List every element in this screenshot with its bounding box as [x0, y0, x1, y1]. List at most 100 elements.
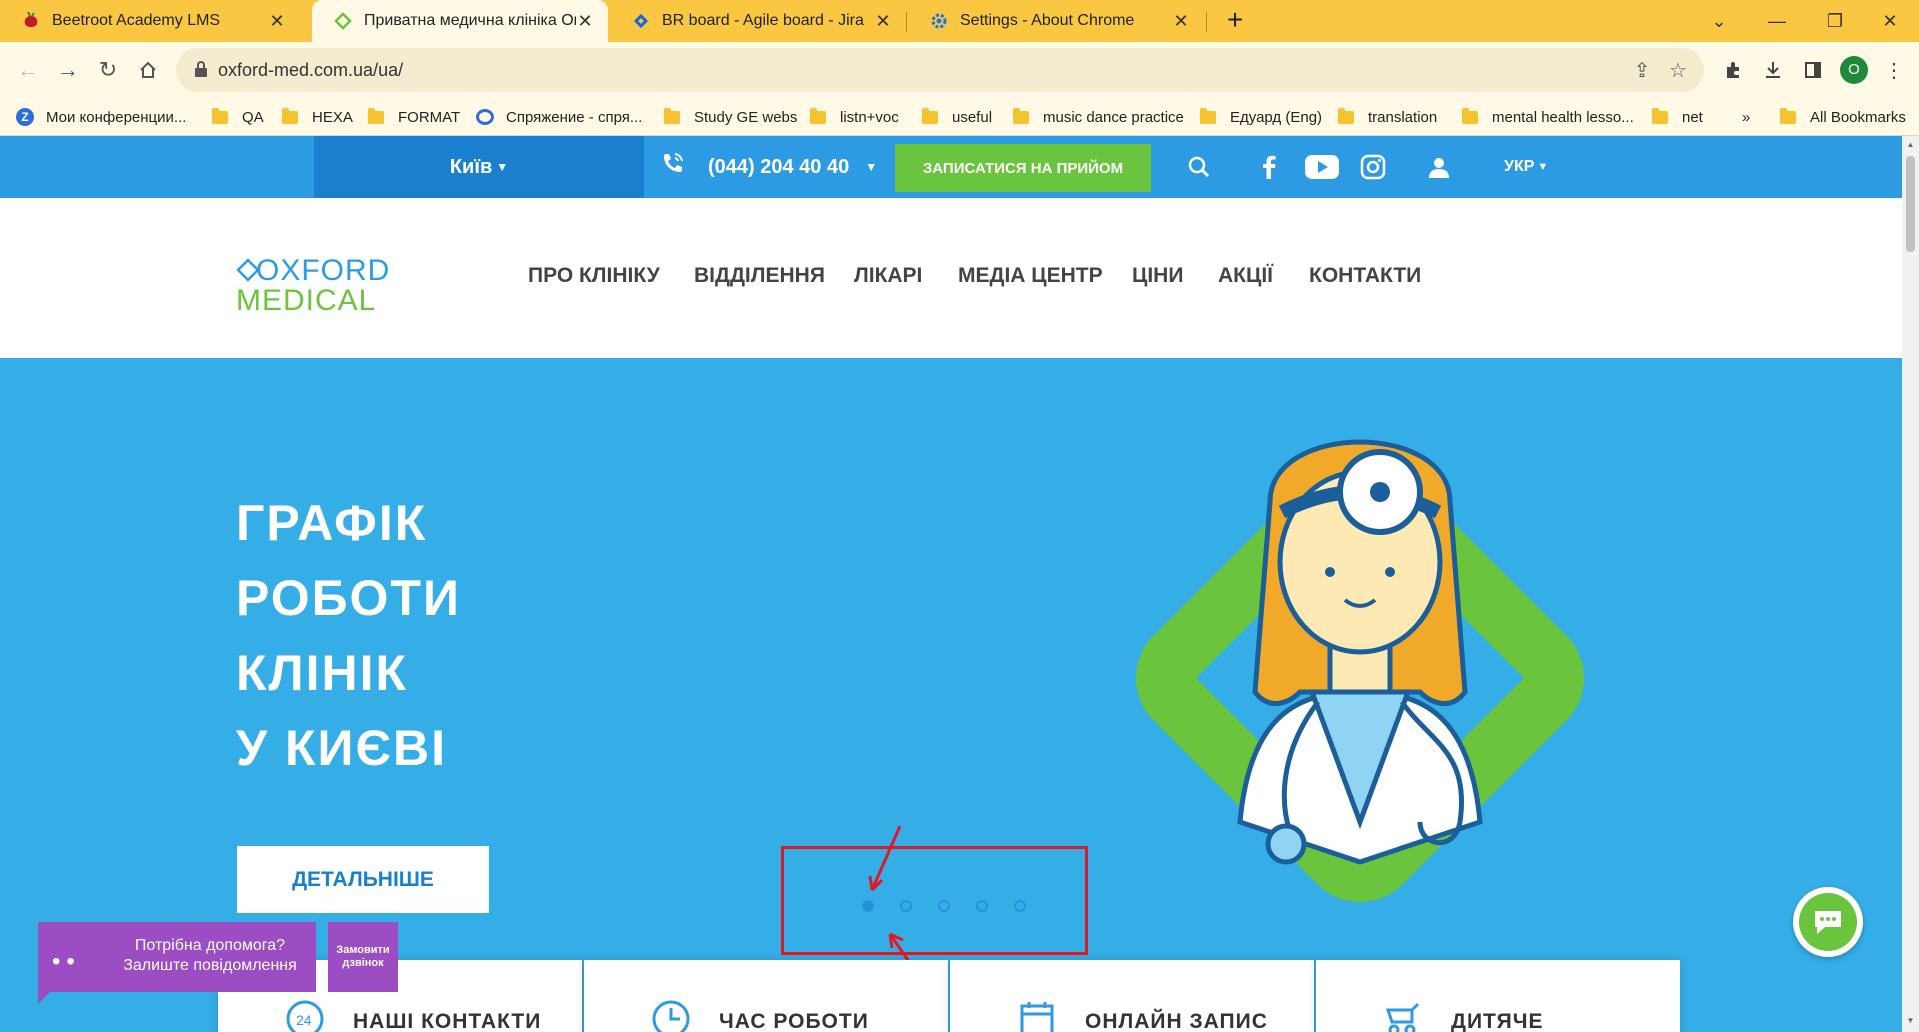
zoom-icon: Z [16, 108, 34, 126]
bookmark-item[interactable]: listn+voc [810, 98, 899, 136]
request-callback-button[interactable]: Замовити дзвінок [328, 922, 398, 992]
bookmark-item[interactable]: useful [922, 98, 992, 136]
bookmark-item[interactable]: Study GE webs [664, 98, 797, 136]
caret-down-icon: ▼ [1537, 161, 1549, 173]
bookmarks-overflow-button[interactable]: » [1742, 98, 1750, 136]
minimize-icon[interactable]: — [1748, 0, 1806, 42]
close-icon[interactable]: ✕ [576, 11, 594, 32]
extensions-icon[interactable] [1719, 56, 1747, 84]
close-icon[interactable]: ✕ [874, 11, 892, 32]
bookmark-label: All Bookmarks [1810, 108, 1906, 126]
nav-prices[interactable]: ЦІНИ [1132, 264, 1183, 288]
gear-icon [930, 12, 948, 30]
city-selector[interactable]: Київ ▼ [314, 136, 644, 198]
all-bookmarks-item[interactable]: All Bookmarks [1780, 98, 1906, 136]
nav-contacts[interactable]: КОНТАКТИ [1309, 264, 1421, 288]
new-tab-button[interactable]: + [1220, 6, 1250, 36]
share-icon[interactable]: ⇪ [1630, 58, 1654, 82]
annotation-arrows [868, 825, 918, 973]
tab-title: Beetroot Academy LMS [52, 12, 221, 29]
details-button[interactable]: ДЕТАЛЬНІШЕ [237, 846, 489, 913]
back-icon[interactable]: ← [12, 54, 44, 86]
scrollbar-thumb[interactable] [1906, 156, 1915, 252]
bookmark-item[interactable]: FORMAT [368, 98, 460, 136]
search-icon[interactable] [1182, 150, 1216, 184]
site-header: OXFORD MEDICAL ПРО КЛІНІКУ ВІДДІЛЕННЯ ЛІ… [0, 198, 1902, 358]
bookmark-item[interactable]: translation [1338, 98, 1437, 136]
site-logo[interactable]: OXFORD MEDICAL [236, 256, 390, 316]
tab-settings[interactable]: Settings - About Chrome ✕ [908, 0, 1204, 42]
chat-widget-button[interactable] [1793, 887, 1863, 957]
caret-down-icon: ▼ [865, 160, 878, 174]
address-bar[interactable]: oxford-med.com.ua/ua/ ⇪ ☆ [176, 48, 1704, 92]
chat-bubble-icon [1799, 893, 1857, 951]
side-panel-icon[interactable] [1799, 56, 1827, 84]
lock-icon[interactable] [194, 61, 208, 77]
window-close-icon[interactable]: ✕ [1861, 0, 1919, 42]
bookmark-label: net [1682, 108, 1703, 126]
nav-doctors[interactable]: ЛІКАРІ [854, 264, 922, 288]
folder-icon [922, 107, 938, 124]
bookmark-item[interactable]: QA [212, 98, 264, 136]
tab-title: Settings - About Chrome [960, 12, 1135, 29]
facebook-icon[interactable] [1252, 150, 1286, 184]
url-text[interactable]: oxford-med.com.ua/ua/ [218, 60, 403, 81]
scroll-down-icon[interactable]: ▼ [1906, 1016, 1915, 1025]
bookmark-item[interactable]: mental health lesso... [1462, 98, 1634, 136]
hero-title-line: ГРАФІК [236, 495, 428, 551]
download-icon[interactable] [1759, 56, 1787, 84]
bookmark-item[interactable]: Едуард (Eng) [1200, 98, 1322, 136]
close-icon[interactable]: ✕ [1172, 11, 1190, 32]
forward-icon[interactable]: → [52, 54, 84, 86]
tab-title: Приватна медична клініка Оксфорд [364, 12, 576, 29]
folder-icon [664, 107, 680, 124]
user-account-icon[interactable] [1422, 150, 1456, 184]
book-appointment-button[interactable]: ЗАПИСАТИСЯ НА ПРИЙОМ [895, 144, 1151, 192]
tab-strip: Beetroot Academy LMS ✕ Приватна медична … [0, 0, 1919, 42]
chat-face-icon: •• [52, 948, 81, 975]
bookmark-item[interactable]: Спряжение - спря... [476, 98, 642, 136]
bookmark-item[interactable]: music dance practice [1013, 98, 1184, 136]
nav-media-center[interactable]: МЕДІА ЦЕНТР [958, 264, 1103, 288]
tab-beetroot[interactable]: Beetroot Academy LMS ✕ [0, 0, 300, 42]
bookmark-item[interactable]: net [1652, 98, 1703, 136]
bookmark-item[interactable]: HEXA [282, 98, 353, 136]
card-children-department[interactable]: ДИТЯЧЕ ВІДДІЛЕННЯ [1316, 960, 1680, 1032]
help-widget[interactable]: •• Потрібна допомога? Залиште повідомлен… [38, 922, 316, 992]
folder-icon [212, 107, 228, 124]
tab-jira[interactable]: BR board - Agile board - Jira ✕ [610, 0, 906, 42]
scroll-up-icon[interactable]: ▲ [1906, 140, 1915, 149]
language-selector[interactable]: УКР ▼ [1504, 136, 1548, 198]
star-icon[interactable]: ☆ [1666, 58, 1690, 82]
stroller-icon [1385, 1002, 1420, 1032]
tab-search-icon[interactable]: ⌄ [1690, 0, 1748, 42]
logo-line-1: OXFORD [236, 256, 390, 286]
browser-toolbar: ← → ↻ oxford-med.com.ua/ua/ ⇪ ☆ O ⋮ [0, 42, 1919, 98]
nav-promotions[interactable]: АКЦІЇ [1218, 264, 1273, 288]
card-hours[interactable]: ЧАС РОБОТИ [584, 960, 948, 1032]
folder-icon [810, 107, 826, 124]
youtube-icon[interactable] [1302, 150, 1342, 184]
svg-text:24: 24 [296, 1012, 312, 1028]
bookmark-item[interactable]: Z Мои конференции... [16, 98, 186, 136]
card-online-booking[interactable]: ОНЛАЙН ЗАПИС [950, 960, 1314, 1032]
callback-line-2: дзвінок [342, 957, 384, 969]
nav-departments[interactable]: ВІДДІЛЕННЯ [694, 264, 825, 288]
phone-number[interactable]: (044) 204 40 40 [708, 156, 849, 179]
restore-icon[interactable]: ❐ [1806, 0, 1864, 42]
chat-bubble-icon [476, 109, 494, 125]
page-scrollbar[interactable]: ▲ ▼ [1902, 136, 1919, 1032]
instagram-icon[interactable] [1356, 150, 1390, 184]
callback-line-1: Замовити [336, 944, 390, 956]
reload-icon[interactable]: ↻ [92, 54, 124, 86]
tab-oxford[interactable]: Приватна медична клініка Оксфорд ✕ [312, 0, 608, 42]
hero-title: ГРАФІК РОБОТИ КЛІНІК У КИЄВІ [236, 486, 636, 786]
nav-about[interactable]: ПРО КЛІНІКУ [528, 264, 660, 288]
close-icon[interactable]: ✕ [268, 11, 286, 32]
folder-icon [1013, 107, 1029, 124]
profile-avatar[interactable]: O [1840, 56, 1868, 84]
home-icon[interactable] [132, 54, 164, 86]
browser-window: Beetroot Academy LMS ✕ Приватна медична … [0, 0, 1919, 1032]
menu-kebab-icon[interactable]: ⋮ [1880, 56, 1908, 84]
phone-selector[interactable]: (044) 204 40 40 ▼ [660, 136, 877, 198]
